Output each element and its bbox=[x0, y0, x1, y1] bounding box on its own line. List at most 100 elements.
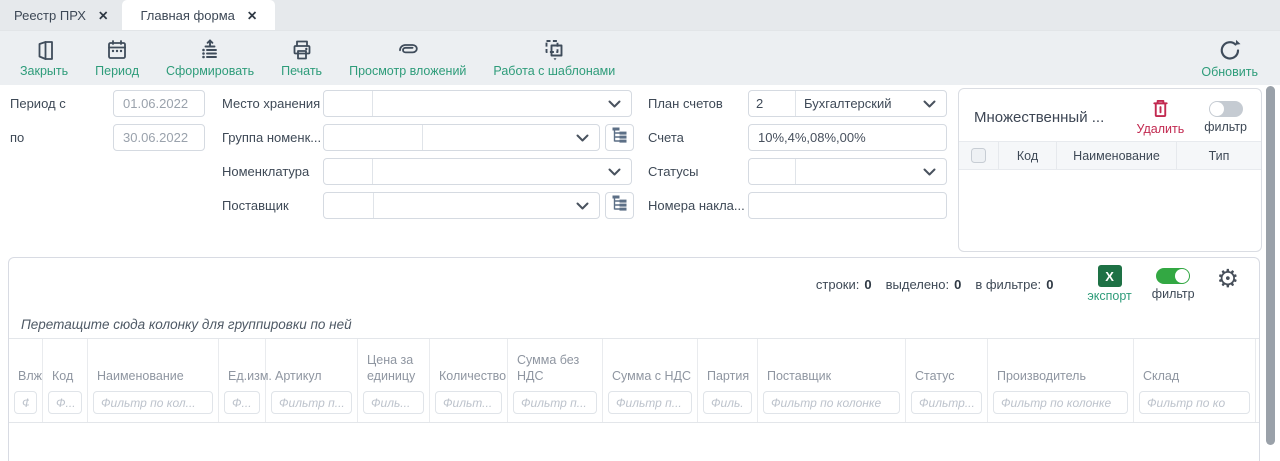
group-hint-text: Перетащите сюда колонку для группировки … bbox=[21, 317, 352, 332]
multi-filter-panel: Множественный ... Удалить фильтр Код Наи… bbox=[958, 88, 1262, 252]
chevron-down-icon[interactable] bbox=[572, 134, 599, 142]
column-title: Количество bbox=[430, 368, 507, 391]
table-column: Влж bbox=[9, 339, 43, 422]
group-tree-button[interactable] bbox=[605, 124, 634, 151]
supplier-code-input[interactable] bbox=[324, 193, 374, 218]
group-combo[interactable] bbox=[323, 124, 600, 151]
multi-filter-toggle[interactable]: фильтр bbox=[1204, 101, 1247, 134]
tree-icon bbox=[611, 195, 629, 216]
tab-reestr-prh[interactable]: Реестр ПРХ ✕ bbox=[0, 0, 122, 30]
column-filter-input[interactable] bbox=[93, 391, 213, 414]
column-title: Код bbox=[43, 368, 87, 391]
group-by-dropzone[interactable]: Перетащите сюда колонку для группировки … bbox=[9, 310, 1259, 339]
period-from-label: Период с bbox=[10, 96, 66, 111]
column-filter-input[interactable] bbox=[48, 391, 82, 414]
accounts-label: Счета bbox=[648, 130, 684, 145]
printer-icon bbox=[290, 38, 314, 62]
nomenclature-code-input[interactable] bbox=[324, 159, 373, 184]
accounts-plan-code-input[interactable] bbox=[749, 91, 796, 116]
supplier-combo[interactable] bbox=[323, 192, 600, 219]
chevron-down-icon[interactable] bbox=[919, 100, 946, 108]
column-title: Наименование bbox=[88, 368, 218, 391]
period-to-input[interactable] bbox=[113, 124, 205, 151]
button-label: Закрыть bbox=[20, 64, 68, 78]
button-label: Период bbox=[95, 64, 139, 78]
delete-button[interactable]: Удалить bbox=[1136, 98, 1184, 136]
print-button[interactable]: Печать bbox=[281, 38, 322, 78]
column-filter-input[interactable] bbox=[224, 391, 260, 414]
column-filter-input[interactable] bbox=[14, 391, 37, 414]
gear-icon[interactable]: ⚙ bbox=[1217, 267, 1239, 292]
accounts-plan-combo[interactable]: Бухгалтерский bbox=[748, 90, 947, 117]
statuses-code-input[interactable] bbox=[749, 159, 796, 184]
table-column: Сумма с НДС bbox=[603, 339, 698, 422]
table-body-empty bbox=[9, 423, 1259, 461]
button-label: Печать bbox=[281, 64, 322, 78]
column-title: Статус bbox=[906, 368, 987, 391]
column-filter-input[interactable] bbox=[435, 391, 502, 414]
column-filter-input[interactable] bbox=[608, 391, 692, 414]
chevron-down-icon[interactable] bbox=[572, 202, 599, 210]
grid-stats: строки:0 выделено:0 в фильтре:0 bbox=[816, 277, 1054, 292]
period-button[interactable]: Период bbox=[95, 38, 139, 78]
column-filter-input[interactable] bbox=[513, 391, 597, 414]
toolbar: Закрыть Период Сформировать Печать Просм… bbox=[0, 31, 1280, 85]
results-grid-panel: строки:0 выделено:0 в фильтре:0 X экспор… bbox=[8, 257, 1260, 461]
tab-label: Главная форма bbox=[140, 8, 234, 23]
table-column: Наименование bbox=[88, 339, 219, 422]
column-filter-input[interactable] bbox=[363, 391, 424, 414]
column-filter-input[interactable] bbox=[763, 391, 900, 414]
column-title: Поставщик bbox=[758, 368, 905, 391]
accounts-plan-value: Бухгалтерский bbox=[796, 96, 919, 111]
column-filter-input[interactable] bbox=[703, 391, 752, 414]
grid-filter-toggle[interactable]: фильтр bbox=[1152, 268, 1195, 301]
select-all-checkbox[interactable] bbox=[971, 148, 986, 163]
view-attachments-button[interactable]: Просмотр вложений bbox=[349, 38, 466, 78]
chevron-down-icon[interactable] bbox=[604, 100, 631, 108]
nomenclature-combo[interactable] bbox=[323, 158, 632, 185]
templates-button[interactable]: Работа с шаблонами bbox=[493, 38, 615, 78]
storage-combo[interactable] bbox=[323, 90, 632, 117]
group-code-input[interactable] bbox=[324, 125, 423, 150]
column-header: Тип bbox=[1177, 142, 1261, 169]
supplier-label: Поставщик bbox=[222, 198, 289, 213]
filter-toggle-label: фильтр bbox=[1152, 287, 1195, 301]
excel-icon: X bbox=[1098, 265, 1122, 287]
chevron-down-icon[interactable] bbox=[604, 168, 631, 176]
table-column: Склад bbox=[1134, 339, 1256, 422]
table-column: Количество bbox=[430, 339, 508, 422]
table-column: Цена за единицу bbox=[358, 339, 430, 422]
storage-code-input[interactable] bbox=[324, 91, 373, 116]
chevron-down-icon[interactable] bbox=[919, 168, 946, 176]
accounts-plan-label: План счетов bbox=[648, 96, 723, 111]
period-from-input[interactable] bbox=[113, 90, 205, 117]
table-column: Сумма без НДС bbox=[508, 339, 603, 422]
close-form-button[interactable]: Закрыть bbox=[20, 38, 68, 78]
table-header-row: Влж Код Наименование Ед.изм. Артикул Цен… bbox=[9, 339, 1259, 423]
door-icon bbox=[32, 38, 56, 62]
refresh-icon bbox=[1217, 37, 1243, 63]
column-filter-input[interactable] bbox=[911, 391, 982, 414]
column-filter-input[interactable] bbox=[1139, 391, 1250, 414]
filter-panel: Период с по Место хранения Группа номенк… bbox=[0, 85, 1280, 257]
generate-button[interactable]: Сформировать bbox=[166, 38, 254, 78]
export-button[interactable]: X экспорт bbox=[1087, 265, 1131, 303]
table-column: Производитель bbox=[988, 339, 1134, 422]
tab-glavnaya-forma[interactable]: Главная форма ✕ bbox=[122, 0, 275, 30]
grid-toolbar: строки:0 выделено:0 в фильтре:0 X экспор… bbox=[9, 258, 1259, 310]
tab-bar: Реестр ПРХ ✕ Главная форма ✕ bbox=[0, 0, 1280, 31]
column-header: Наименование bbox=[1057, 142, 1177, 169]
vertical-scrollbar[interactable] bbox=[1266, 86, 1275, 445]
column-filter-input[interactable] bbox=[993, 391, 1128, 414]
column-title: Влж bbox=[9, 368, 42, 391]
close-icon[interactable]: ✕ bbox=[247, 8, 257, 23]
close-icon[interactable]: ✕ bbox=[98, 8, 108, 23]
statuses-combo[interactable] bbox=[748, 158, 947, 185]
toggle-off-switch[interactable] bbox=[1209, 101, 1243, 117]
supplier-tree-button[interactable] bbox=[605, 192, 634, 219]
column-filter-input[interactable] bbox=[271, 391, 352, 414]
invoice-numbers-input[interactable] bbox=[748, 192, 947, 219]
toggle-on-switch[interactable] bbox=[1156, 268, 1190, 284]
accounts-input[interactable] bbox=[748, 124, 947, 151]
refresh-button[interactable]: Обновить bbox=[1201, 37, 1258, 79]
